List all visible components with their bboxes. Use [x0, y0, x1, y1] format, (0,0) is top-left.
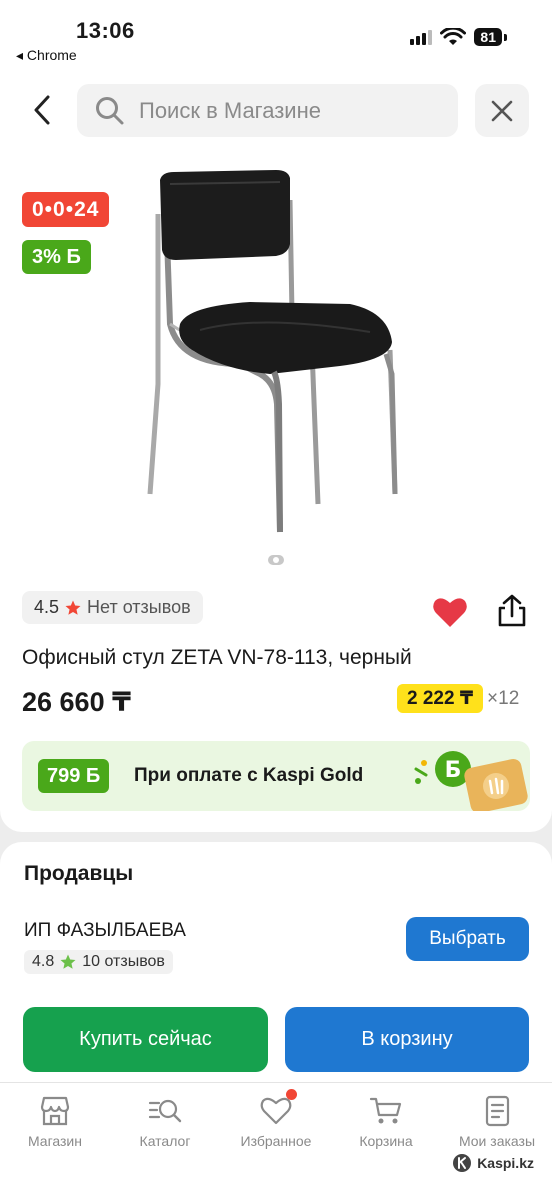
- favorite-heart-icon[interactable]: [432, 596, 468, 628]
- star-icon: [60, 954, 76, 969]
- kaspi-gold-banner[interactable]: 799 Б При оплате с Kaspi Gold Б: [22, 741, 530, 811]
- nav-item-orders[interactable]: Мои заказы: [442, 1095, 552, 1149]
- close-button[interactable]: [475, 84, 529, 137]
- heart-icon-wrap: [259, 1089, 297, 1127]
- nav-item-shop[interactable]: Магазин: [0, 1095, 110, 1149]
- chair-image[interactable]: [140, 164, 420, 544]
- gold-bonus-badge: 799 Б: [38, 759, 110, 793]
- seller-name[interactable]: ИП ФАЗЫЛБАЕВА: [24, 920, 186, 942]
- nav-label: Избранное: [240, 1133, 312, 1149]
- status-bar: 13:06 ◂ Chrome 81: [0, 0, 552, 70]
- search-header: [0, 70, 552, 150]
- buy-now-button[interactable]: Купить сейчас: [23, 1007, 268, 1072]
- installment-amount: 2 222 ₸: [397, 684, 484, 713]
- notification-dot: [286, 1089, 297, 1100]
- nav-label: Мои заказы: [458, 1133, 536, 1149]
- rating-pill[interactable]: 4.5 Нет отзывов: [22, 591, 203, 624]
- star-icon: [65, 600, 81, 615]
- cart-icon: [369, 1097, 402, 1124]
- reviews-text: Нет отзывов: [87, 597, 191, 617]
- nav-label: Магазин: [27, 1133, 82, 1149]
- nav-label: Корзина: [359, 1133, 413, 1149]
- back-button[interactable]: [24, 90, 60, 130]
- seller-reviews: 10 отзывов: [82, 953, 165, 970]
- shop-icon: [40, 1096, 70, 1126]
- timer-badge: 0•0•24: [22, 192, 110, 227]
- sellers-section: Продавцы ИП ФАЗЫЛБАЕВА 4.8 10 отзывов Вы…: [0, 842, 552, 1082]
- status-time: 13:06: [76, 18, 135, 43]
- kaspi-logo-icon: [453, 1154, 472, 1172]
- status-icons: 81: [410, 28, 507, 46]
- carousel-indicator: [268, 555, 284, 565]
- kaspi-gold-card-icon: Б: [414, 751, 528, 811]
- sellers-title: Продавцы: [24, 862, 134, 885]
- battery-icon: 81: [474, 28, 507, 46]
- choose-seller-button[interactable]: Выбрать: [406, 917, 529, 961]
- product-price: 26 660 ₸: [22, 687, 131, 717]
- share-icon[interactable]: [496, 594, 528, 628]
- kaspi-watermark: Kaspi.kz: [452, 1153, 534, 1173]
- back-chevron-icon: [34, 95, 50, 125]
- product-title: Офисный стул ZETA VN-78-113, черный: [22, 646, 412, 669]
- heart-icon: [260, 1097, 292, 1125]
- seller-rating: 4.8 10 отзывов: [24, 950, 173, 974]
- watermark-text: Kaspi.kz: [477, 1155, 534, 1171]
- rating-value: 4.5: [34, 597, 60, 617]
- bonus-badge: 3% Б: [22, 240, 91, 274]
- installment-multiplier: ×12: [487, 687, 520, 709]
- add-to-cart-button[interactable]: В корзину: [285, 1007, 529, 1072]
- nav-label: Каталог: [139, 1133, 191, 1149]
- nav-item-cart[interactable]: Корзина: [331, 1095, 441, 1149]
- orders-icon: [485, 1095, 510, 1127]
- seller-rating-value: 4.8: [32, 953, 55, 970]
- back-to-chrome-link[interactable]: ◂ Chrome: [16, 47, 77, 64]
- bottom-nav: Магазин Каталог Избранное Корзина Мои за…: [0, 1082, 552, 1200]
- catalog-icon: [148, 1099, 182, 1123]
- search-box[interactable]: [77, 84, 458, 137]
- signal-icon: [410, 29, 433, 45]
- gold-banner-text: При оплате с Kaspi Gold: [134, 765, 364, 786]
- svg-text:Б: Б: [445, 758, 462, 783]
- search-input[interactable]: [139, 97, 439, 124]
- close-icon: [491, 100, 513, 121]
- wifi-icon: [440, 28, 467, 45]
- product-card: 0•0•24 3% Б 4.5 Нет отзывов Офисный стул…: [0, 150, 552, 832]
- nav-item-favorites[interactable]: Избранное: [221, 1089, 331, 1149]
- installment-info[interactable]: 2 222 ₸ ×12: [397, 684, 519, 713]
- nav-item-catalog[interactable]: Каталог: [110, 1095, 220, 1149]
- search-icon: [96, 96, 124, 124]
